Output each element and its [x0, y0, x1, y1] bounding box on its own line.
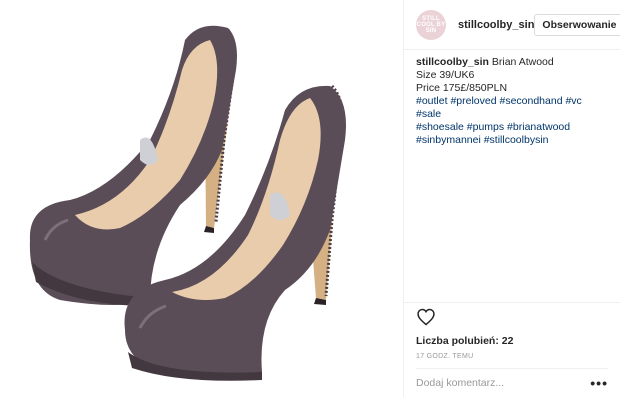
- post-header: STILL COOL BY SIN stillcoolby_sin Obserw…: [404, 0, 620, 50]
- post-timestamp[interactable]: 17 GODZ. TEMU: [416, 353, 608, 360]
- hashtags-line-0: #outlet #preloved #secondhand #vc #sale: [416, 95, 608, 121]
- comment-input[interactable]: [416, 377, 591, 389]
- caption-line-0: Brian Atwood: [491, 56, 554, 68]
- more-options-icon[interactable]: •••: [590, 376, 608, 390]
- caption-line-1: Size 39/UK6: [416, 69, 475, 81]
- post-actions: Liczba polubień: 22 17 GODZ. TEMU: [404, 302, 620, 360]
- likes-count[interactable]: Liczba polubień: 22: [416, 335, 608, 347]
- post-sidebar: STILL COOL BY SIN stillcoolby_sin Obserw…: [403, 0, 620, 397]
- hashtag-links-0[interactable]: #outlet #preloved #secondhand #vc #sale: [416, 95, 582, 120]
- follow-button[interactable]: Obserwowanie: [534, 13, 620, 36]
- header-username[interactable]: stillcoolby_sin: [458, 19, 534, 31]
- hashtags-line-2: #sinbymannei #stillcoolbysin: [416, 134, 608, 147]
- instagram-post: STILL COOL BY SIN stillcoolby_sin Obserw…: [0, 0, 620, 397]
- caption-username[interactable]: stillcoolby_sin: [416, 56, 489, 68]
- caption-first-line: stillcoolby_sin Brian Atwood: [416, 56, 608, 69]
- hashtag-links-2[interactable]: #sinbymannei #stillcoolbysin: [416, 134, 549, 146]
- avatar-text: STILL COOL BY SIN: [416, 15, 446, 34]
- post-photo[interactable]: [0, 0, 403, 397]
- hashtags-line-1: #shoesale #pumps #brianatwood: [416, 121, 608, 134]
- heart-outline-icon[interactable]: [416, 307, 436, 327]
- hashtag-links-1[interactable]: #shoesale #pumps #brianatwood: [416, 121, 570, 133]
- avatar[interactable]: STILL COOL BY SIN: [416, 9, 446, 40]
- comment-bar: •••: [416, 368, 608, 397]
- shoes-image: [29, 25, 346, 381]
- caption-line-2: Price 175£/850PLN: [416, 82, 508, 94]
- caption: stillcoolby_sin Brian Atwood Size 39/UK6…: [404, 50, 620, 147]
